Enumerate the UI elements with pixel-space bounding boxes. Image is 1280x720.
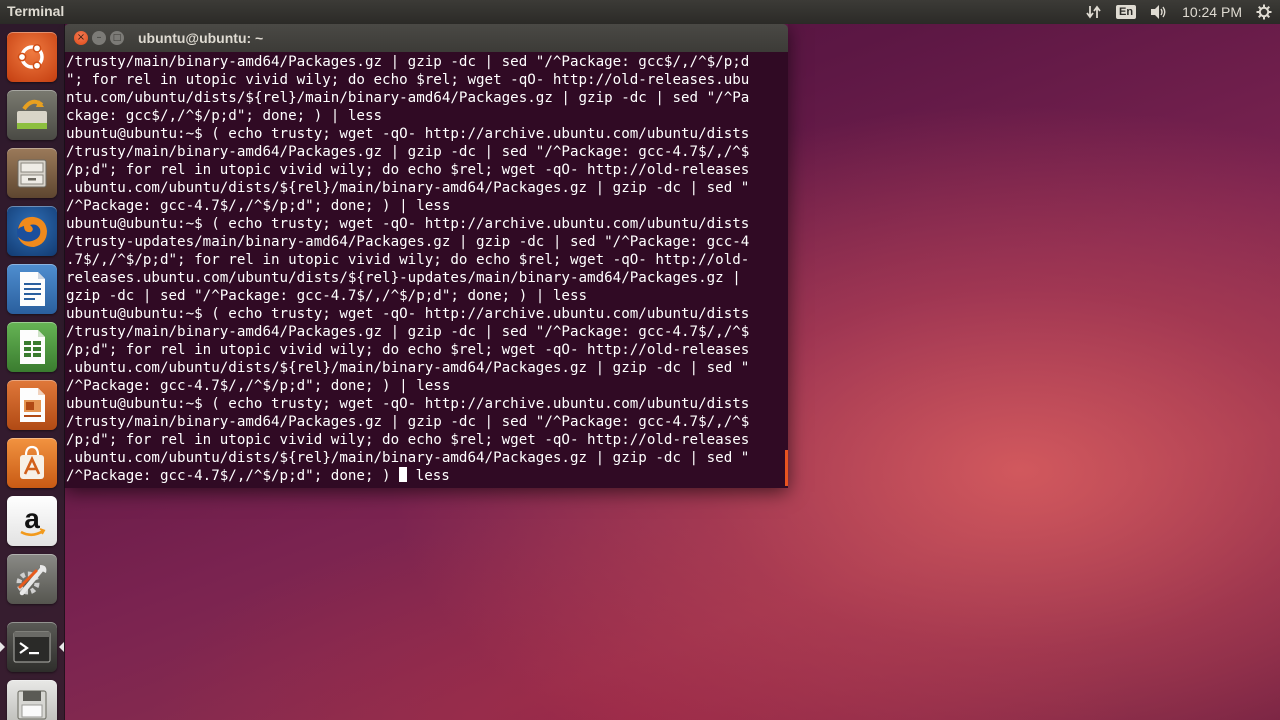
launcher-item-libreoffice-impress[interactable] (7, 380, 57, 430)
terminal-line: ckage: gcc$/,/^$/p;d"; done; ) | less (66, 108, 383, 124)
maximize-icon: □ (112, 32, 122, 43)
impress-presentation-icon (20, 388, 45, 422)
launcher-item-system-backup[interactable] (7, 90, 57, 140)
terminal-output[interactable]: /trusty/main/binary-amd64/Packages.gz | … (64, 52, 788, 488)
launcher-item-amazon[interactable]: a (7, 496, 57, 546)
text-before-cursor: /^Package: gcc-4.7$/,/^$/p;d"; done; ) (66, 468, 400, 484)
volume-icon[interactable] (1150, 4, 1168, 20)
close-button[interactable]: × (74, 31, 88, 45)
settings-gear-icon[interactable] (1256, 4, 1272, 20)
terminal-line: /p;d"; for rel in utopic vivid wily; do … (66, 432, 750, 448)
terminal-line: .7$/,/^$/p;d"; for rel in utopic vivid w… (66, 252, 750, 268)
software-center-icon (20, 445, 44, 479)
keyboard-language-indicator[interactable]: En (1116, 5, 1137, 19)
terminal-line: ubuntu@ubuntu:~$ ( echo trusty; wget -qO… (66, 126, 750, 142)
writer-document-icon (20, 272, 45, 306)
scrollbar-indicator[interactable] (785, 450, 788, 486)
calc-spreadsheet-icon (20, 330, 45, 364)
launcher-item-disk-drive[interactable] (7, 680, 57, 720)
terminal-line: /p;d"; for rel in utopic vivid wily; do … (66, 342, 750, 358)
backup-icon (17, 99, 47, 129)
launcher-item-firefox[interactable] (7, 206, 57, 256)
terminal-line: /p;d"; for rel in utopic vivid wily; do … (66, 162, 750, 178)
terminal-line: /trusty/main/binary-amd64/Packages.gz | … (66, 54, 750, 70)
language-badge: En (1116, 5, 1137, 19)
terminal-line: releases.ubuntu.com/ubuntu/dists/${rel}-… (66, 270, 741, 286)
terminal-line: /trusty/main/binary-amd64/Packages.gz | … (66, 414, 750, 430)
terminal-line: /^Package: gcc-4.7$/,/^$/p;d"; done; ) |… (66, 378, 451, 394)
svg-text:a: a (24, 503, 40, 534)
terminal-line: gzip -dc | sed "/^Package: gcc-4.7$/,/^$… (66, 288, 588, 304)
terminal-window: × – □ ubuntu@ubuntu: ~ /trusty/main/bina… (64, 24, 788, 488)
amazon-icon: a (20, 503, 46, 537)
file-cabinet-icon (17, 159, 47, 188)
text-cursor (399, 467, 408, 482)
minimize-button[interactable]: – (92, 31, 106, 45)
terminal-line: /trusty/main/binary-amd64/Packages.gz | … (66, 324, 750, 340)
disk-drive-icon (17, 690, 47, 720)
ubuntu-logo-icon (17, 43, 44, 71)
indicator-area: En 10:24 PM (1086, 0, 1272, 24)
launcher-item-terminal[interactable] (7, 622, 57, 672)
launcher-item-libreoffice-calc[interactable] (7, 322, 57, 372)
text-after-cursor: less (407, 468, 450, 484)
terminal-line: ubuntu@ubuntu:~$ ( echo trusty; wget -qO… (66, 396, 750, 412)
window-title: ubuntu@ubuntu: ~ (138, 30, 264, 46)
focused-indicator-arrow (59, 642, 64, 652)
active-app-title: Terminal (7, 3, 65, 19)
terminal-line: ubuntu@ubuntu:~$ ( echo trusty; wget -qO… (66, 306, 750, 322)
terminal-line: .ubuntu.com/ubuntu/dists/${rel}/main/bin… (66, 180, 750, 196)
minimize-icon: – (96, 32, 102, 43)
terminal-line: ubuntu@ubuntu:~$ ( echo trusty; wget -qO… (66, 216, 750, 232)
firefox-icon (17, 216, 47, 247)
launcher-item-libreoffice-writer[interactable] (7, 264, 57, 314)
terminal-current-line[interactable]: /^Package: gcc-4.7$/,/^$/p;d"; done; ) l… (66, 467, 749, 485)
launcher-item-dash-home[interactable] (7, 32, 57, 82)
terminal-line: .ubuntu.com/ubuntu/dists/${rel}/main/bin… (66, 450, 750, 466)
window-titlebar[interactable]: × – □ ubuntu@ubuntu: ~ (64, 24, 788, 52)
launcher-item-files[interactable] (7, 148, 57, 198)
network-icon[interactable] (1086, 4, 1102, 20)
terminal-line: /trusty-updates/main/binary-amd64/Packag… (66, 234, 750, 250)
settings-wrench-icon (16, 565, 47, 596)
maximize-button[interactable]: □ (110, 31, 124, 45)
terminal-icon (13, 631, 51, 663)
launcher-item-system-settings[interactable] (7, 554, 57, 604)
terminal-line: /^Package: gcc-4.7$/,/^$/p;d"; done; ) |… (66, 198, 451, 214)
clock[interactable]: 10:24 PM (1182, 4, 1242, 20)
terminal-line: .ubuntu.com/ubuntu/dists/${rel}/main/bin… (66, 360, 750, 376)
terminal-line: "; for rel in utopic vivid wily; do echo… (66, 72, 750, 88)
active-indicator-arrow (0, 642, 5, 652)
launcher-item-ubuntu-software-center[interactable] (7, 438, 57, 488)
unity-launcher: a (0, 24, 65, 720)
terminal-line: ntu.com/ubuntu/dists/${rel}/main/binary-… (66, 90, 750, 106)
top-panel: Terminal En 10:24 PM (0, 0, 1280, 24)
terminal-text: /trusty/main/binary-amd64/Packages.gz | … (66, 53, 749, 485)
terminal-line: /trusty/main/binary-amd64/Packages.gz | … (66, 144, 750, 160)
close-icon: × (76, 32, 86, 43)
